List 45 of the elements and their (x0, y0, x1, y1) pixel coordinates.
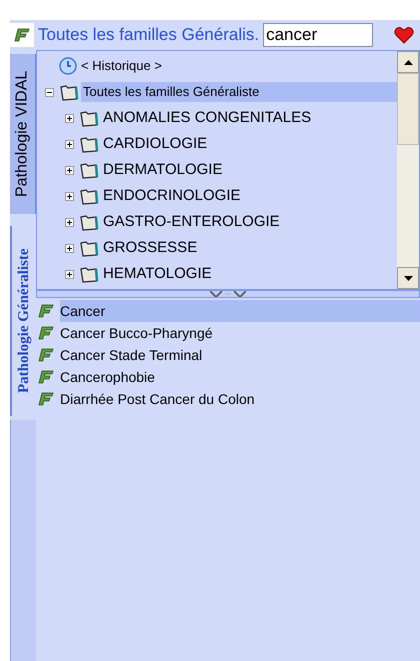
folder-icon (79, 213, 99, 231)
tree-item[interactable]: HEMATOLOGIE (101, 262, 214, 286)
tree-item[interactable]: GASTRO-ENTEROLOGIE (101, 210, 282, 234)
splitter-grip-icon[interactable] (210, 291, 246, 297)
f-logo-icon (38, 370, 54, 384)
folder-icon (79, 135, 99, 153)
result-item[interactable]: Cancer Bucco-Pharyngé (60, 322, 213, 344)
tree-item[interactable]: Toutes les familles Généraliste (81, 82, 397, 102)
folder-icon (79, 161, 99, 179)
expand-icon[interactable] (65, 140, 74, 148)
tree-item[interactable]: CARDIOLOGIE (101, 132, 210, 156)
heart-icon[interactable] (394, 26, 414, 44)
tree-item[interactable]: ANOMALIES CONGENITALES (101, 106, 314, 130)
f-logo-icon (38, 304, 54, 318)
expand-icon[interactable] (65, 192, 74, 200)
tree-item[interactable]: ENDOCRINOLOGIE (101, 184, 243, 208)
result-item[interactable]: Cancer (60, 300, 420, 322)
family-title: Toutes les familles Généralis. (38, 24, 260, 46)
expand-icon[interactable] (65, 270, 74, 278)
collapse-icon[interactable] (45, 88, 54, 96)
f-logo-icon (14, 28, 30, 42)
expand-icon[interactable] (65, 218, 74, 226)
f-logo-icon (38, 326, 54, 340)
tree-item[interactable]: GROSSESSE (101, 236, 200, 260)
tree-item[interactable]: < Historique > (79, 56, 164, 76)
scroll-up-icon[interactable] (404, 60, 412, 64)
folder-icon (79, 187, 99, 205)
result-item[interactable]: Cancerophobie (60, 366, 155, 388)
expand-icon[interactable] (65, 114, 74, 122)
clock-icon (59, 57, 77, 75)
tree-item[interactable]: DERMATOLOGIE (101, 158, 224, 182)
expand-icon[interactable] (65, 244, 74, 252)
result-item[interactable]: Cancer Stade Terminal (60, 344, 202, 366)
side-tab[interactable]: Pathologie VIDAL (10, 54, 36, 214)
open-folder-icon (59, 83, 79, 101)
result-item[interactable]: Diarrhée Post Cancer du Colon (60, 388, 255, 410)
f-logo-icon (38, 348, 54, 362)
expand-icon[interactable] (65, 166, 74, 174)
folder-icon (79, 109, 99, 127)
scrollbar[interactable] (397, 51, 419, 289)
folder-icon (79, 265, 99, 283)
search-field[interactable]: cancer (263, 23, 374, 47)
folder-icon (79, 239, 99, 257)
scroll-down-icon[interactable] (404, 276, 412, 280)
f-logo-icon (38, 392, 54, 406)
